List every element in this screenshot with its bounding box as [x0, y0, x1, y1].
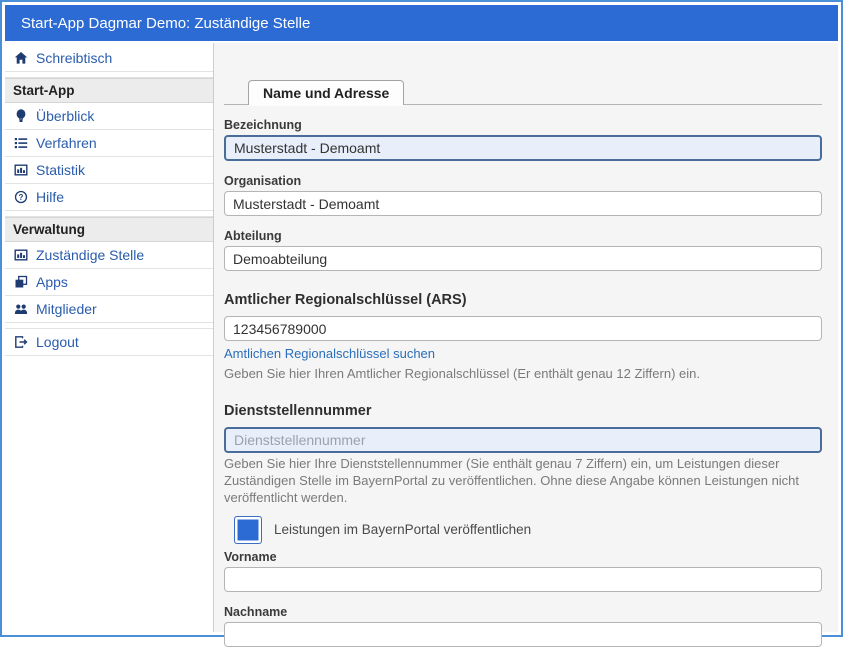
sidebar: Schreibtisch Start-App Überblick Verfahr… [5, 43, 214, 632]
tab-name-und-adresse[interactable]: Name und Adresse [248, 80, 404, 105]
sidebar-item-label: Überblick [36, 108, 94, 124]
sidebar-item-label: Apps [36, 274, 68, 290]
chart-window-icon [14, 248, 28, 262]
people-icon [14, 302, 28, 316]
sidebar-group-verwaltung: Verwaltung Zuständige Stelle Apps Mitgli… [5, 216, 213, 323]
ars-help-text: Geben Sie hier Ihren Amtlicher Regionals… [224, 365, 822, 382]
help-circle-icon: ? [14, 190, 28, 204]
sidebar-item-label: Statistik [36, 162, 85, 178]
sidebar-item-ueberblick[interactable]: Überblick [5, 103, 213, 130]
sidebar-item-label: Mitglieder [36, 301, 97, 317]
app-header: Start-App Dagmar Demo: Zuständige Stelle [5, 5, 838, 41]
abteilung-label: Abteilung [224, 229, 822, 243]
sidebar-item-mitglieder[interactable]: Mitglieder [5, 296, 213, 323]
balloon-icon [14, 109, 28, 123]
sidebar-item-verfahren[interactable]: Verfahren [5, 130, 213, 157]
sidebar-item-label: Logout [36, 334, 79, 350]
sidebar-item-statistik[interactable]: Statistik [5, 157, 213, 184]
nachname-input[interactable] [224, 622, 822, 647]
sidebar-item-label: Zuständige Stelle [36, 247, 144, 263]
sidebar-item-hilfe[interactable]: ? Hilfe [5, 184, 213, 211]
sidebar-group-top: Schreibtisch [5, 45, 213, 72]
sidebar-item-label: Schreibtisch [36, 50, 112, 66]
dienststellennummer-heading: Dienststellennummer [224, 403, 822, 419]
sidebar-item-apps[interactable]: Apps [5, 269, 213, 296]
sidebar-section-verwaltung: Verwaltung [5, 217, 213, 242]
bezeichnung-label: Bezeichnung [224, 118, 822, 132]
sidebar-item-zustaendige-stelle[interactable]: Zuständige Stelle [5, 242, 213, 269]
ars-search-link[interactable]: Amtlichen Regionalschlüssel suchen [224, 346, 435, 361]
svg-text:?: ? [19, 193, 24, 202]
vorname-label: Vorname [224, 550, 822, 564]
nachname-label: Nachname [224, 605, 822, 619]
vorname-input[interactable] [224, 567, 822, 592]
sidebar-item-logout[interactable]: Logout [5, 329, 213, 356]
sidebar-item-label: Verfahren [36, 135, 97, 151]
sidebar-section-startapp: Start-App [5, 78, 213, 103]
bayernportal-checkbox-label: Leistungen im BayernPortal veröffentlich… [274, 522, 531, 537]
list-icon [14, 136, 28, 150]
sidebar-group-startapp: Start-App Überblick Verfahren Statistik … [5, 77, 213, 211]
tab-bar: Name und Adresse [224, 79, 822, 105]
ars-heading: Amtlicher Regionalschlüssel (ARS) [224, 292, 822, 308]
bezeichnung-input[interactable] [224, 135, 822, 161]
app-window: Start-App Dagmar Demo: Zuständige Stelle… [5, 5, 838, 632]
ars-input[interactable] [224, 316, 822, 341]
home-icon [14, 51, 28, 65]
page-title: Start-App Dagmar Demo: Zuständige Stelle [21, 15, 310, 32]
main-content: Name und Adresse Bezeichnung Organisatio… [214, 43, 838, 632]
dienststellennummer-help-text: Geben Sie hier Ihre Dienststellennummer … [224, 455, 822, 506]
dienststellennummer-input[interactable] [224, 427, 822, 453]
sidebar-item-schreibtisch[interactable]: Schreibtisch [5, 45, 213, 72]
bayernportal-checkbox[interactable] [234, 516, 262, 544]
sidebar-group-logout: Logout [5, 328, 213, 356]
organisation-input[interactable] [224, 191, 822, 216]
stacked-squares-icon [14, 275, 28, 289]
logout-icon [14, 335, 28, 349]
organisation-label: Organisation [224, 174, 822, 188]
abteilung-input[interactable] [224, 246, 822, 271]
bayernportal-checkbox-row: Leistungen im BayernPortal veröffentlich… [234, 516, 822, 544]
sidebar-item-label: Hilfe [36, 189, 64, 205]
chart-window-icon [14, 163, 28, 177]
